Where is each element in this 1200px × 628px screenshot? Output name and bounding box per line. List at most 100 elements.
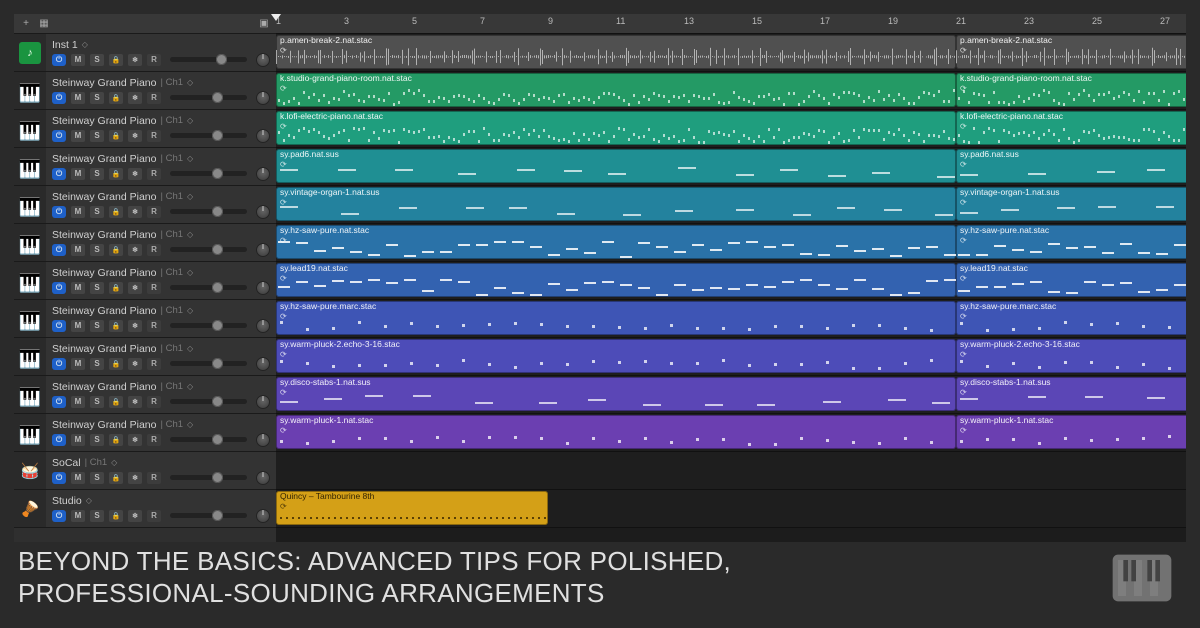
arrange-area[interactable]: 13579111315171921232527 p.amen-break-2.n… <box>276 14 1186 542</box>
arrange-lane[interactable]: k.lofi-electric-piano.nat.stac⟳k.lofi-el… <box>276 110 1186 148</box>
midi-region[interactable]: k.studio-grand-piano-room.nat.stac⟳ <box>956 73 1186 107</box>
midi-region[interactable]: Quincy – Tambourine 8th⟳ <box>276 491 548 525</box>
mute-button[interactable]: M <box>71 168 85 180</box>
power-button[interactable]: ⏻ <box>52 206 66 218</box>
volume-slider[interactable] <box>170 57 247 62</box>
power-button[interactable]: ⏻ <box>52 54 66 66</box>
solo-button[interactable]: S <box>90 54 104 66</box>
track-header[interactable]: 🪘Studio◇⏻MS🔒❄R <box>14 490 276 528</box>
mute-button[interactable]: M <box>71 358 85 370</box>
track-name[interactable]: SoCal <box>52 457 81 469</box>
track-disclosure-icon[interactable]: ◇ <box>86 496 92 505</box>
midi-region[interactable]: sy.hz-saw-pure.marc.stac⟳ <box>276 301 956 335</box>
freeze-button[interactable]: ❄ <box>128 434 142 446</box>
lock-button[interactable]: 🔒 <box>109 472 123 484</box>
volume-slider[interactable] <box>170 285 247 290</box>
pan-knob[interactable] <box>256 357 270 371</box>
freeze-button[interactable]: ❄ <box>128 320 142 332</box>
track-header[interactable]: 🎹Steinway Grand Piano| Ch1◇⏻MS🔒❄R <box>14 186 276 224</box>
midi-region[interactable]: sy.disco-stabs-1.nat.sus⟳ <box>956 377 1186 411</box>
track-header[interactable]: 🎹Steinway Grand Piano| Ch1◇⏻MS🔒❄R <box>14 262 276 300</box>
solo-button[interactable]: S <box>90 92 104 104</box>
track-disclosure-icon[interactable]: ◇ <box>187 344 193 353</box>
midi-region[interactable]: k.lofi-electric-piano.nat.stac⟳ <box>956 111 1186 145</box>
track-name[interactable]: Steinway Grand Piano <box>52 153 156 165</box>
volume-slider[interactable] <box>170 361 247 366</box>
power-button[interactable]: ⏻ <box>52 92 66 104</box>
midi-region[interactable]: sy.lead19.nat.stac⟳ <box>956 263 1186 297</box>
mute-button[interactable]: M <box>71 206 85 218</box>
timeline-ruler[interactable]: 13579111315171921232527 <box>276 14 1186 34</box>
midi-region[interactable]: k.lofi-electric-piano.nat.stac⟳ <box>276 111 956 145</box>
track-icon-well[interactable]: 🥁 <box>14 452 46 489</box>
midi-region[interactable]: sy.disco-stabs-1.nat.sus⟳ <box>276 377 956 411</box>
track-header[interactable]: 🎹Steinway Grand Piano| Ch1◇⏻MS🔒❄R <box>14 148 276 186</box>
freeze-button[interactable]: ❄ <box>128 92 142 104</box>
track-name[interactable]: Steinway Grand Piano <box>52 229 156 241</box>
midi-region[interactable]: sy.hz-saw-pure.nat.stac⟳ <box>276 225 956 259</box>
view-options-icon[interactable]: ▣ <box>258 18 270 30</box>
record-enable-button[interactable]: R <box>147 54 161 66</box>
midi-region[interactable]: sy.warm-pluck-2.echo-3-16.stac⟳ <box>276 339 956 373</box>
record-enable-button[interactable]: R <box>147 320 161 332</box>
lock-button[interactable]: 🔒 <box>109 130 123 142</box>
arrange-lane[interactable]: p.amen-break-2.nat.stac⟳p.amen-break-2.n… <box>276 34 1186 72</box>
lock-button[interactable]: 🔒 <box>109 92 123 104</box>
track-icon-well[interactable]: 🎹 <box>14 376 46 413</box>
record-enable-button[interactable]: R <box>147 472 161 484</box>
track-name[interactable]: Inst 1 <box>52 39 78 51</box>
volume-slider[interactable] <box>170 209 247 214</box>
pan-knob[interactable] <box>256 319 270 333</box>
track-name[interactable]: Steinway Grand Piano <box>52 77 156 89</box>
arrange-lane[interactable]: sy.pad6.nat.sus⟳sy.pad6.nat.sus⟳ <box>276 148 1186 186</box>
lock-button[interactable]: 🔒 <box>109 168 123 180</box>
track-icon-well[interactable]: 🎹 <box>14 224 46 261</box>
track-disclosure-icon[interactable]: ◇ <box>187 306 193 315</box>
track-icon-well[interactable]: 🎹 <box>14 262 46 299</box>
arrange-lane[interactable]: sy.warm-pluck-2.echo-3-16.stac⟳sy.warm-p… <box>276 338 1186 376</box>
mute-button[interactable]: M <box>71 472 85 484</box>
lock-button[interactable]: 🔒 <box>109 434 123 446</box>
track-header[interactable]: 🎹Steinway Grand Piano| Ch1◇⏻MS🔒❄R <box>14 72 276 110</box>
midi-region[interactable]: sy.vintage-organ-1.nat.sus⟳ <box>276 187 956 221</box>
track-name[interactable]: Steinway Grand Piano <box>52 381 156 393</box>
lock-button[interactable]: 🔒 <box>109 510 123 522</box>
arrange-lane[interactable]: Quincy – Tambourine 8th⟳ <box>276 490 1186 528</box>
lock-button[interactable]: 🔒 <box>109 244 123 256</box>
midi-region[interactable]: sy.warm-pluck-1.nat.stac⟳ <box>956 415 1186 449</box>
arrange-lane[interactable]: sy.vintage-organ-1.nat.sus⟳sy.vintage-or… <box>276 186 1186 224</box>
track-header[interactable]: 🎹Steinway Grand Piano| Ch1◇⏻MS🔒❄R <box>14 300 276 338</box>
arrange-lane[interactable]: sy.disco-stabs-1.nat.sus⟳sy.disco-stabs-… <box>276 376 1186 414</box>
solo-button[interactable]: S <box>90 206 104 218</box>
pan-knob[interactable] <box>256 433 270 447</box>
record-enable-button[interactable]: R <box>147 168 161 180</box>
mute-button[interactable]: M <box>71 54 85 66</box>
solo-button[interactable]: S <box>90 396 104 408</box>
track-disclosure-icon[interactable]: ◇ <box>187 192 193 201</box>
midi-region[interactable]: p.amen-break-2.nat.stac⟳ <box>276 35 956 69</box>
solo-button[interactable]: S <box>90 510 104 522</box>
freeze-button[interactable]: ❄ <box>128 168 142 180</box>
solo-button[interactable]: S <box>90 282 104 294</box>
freeze-button[interactable]: ❄ <box>128 510 142 522</box>
freeze-button[interactable]: ❄ <box>128 472 142 484</box>
lock-button[interactable]: 🔒 <box>109 320 123 332</box>
record-enable-button[interactable]: R <box>147 92 161 104</box>
track-name[interactable]: Steinway Grand Piano <box>52 115 156 127</box>
mute-button[interactable]: M <box>71 320 85 332</box>
power-button[interactable]: ⏻ <box>52 472 66 484</box>
track-header[interactable]: 🎹Steinway Grand Piano| Ch1◇⏻MS🔒❄R <box>14 414 276 452</box>
track-disclosure-icon[interactable]: ◇ <box>187 420 193 429</box>
midi-region[interactable]: k.studio-grand-piano-room.nat.stac⟳ <box>276 73 956 107</box>
midi-region[interactable]: sy.hz-saw-pure.marc.stac⟳ <box>956 301 1186 335</box>
pan-knob[interactable] <box>256 509 270 523</box>
track-disclosure-icon[interactable]: ◇ <box>187 382 193 391</box>
power-button[interactable]: ⏻ <box>52 396 66 408</box>
pan-knob[interactable] <box>256 243 270 257</box>
midi-region[interactable]: sy.pad6.nat.sus⟳ <box>276 149 956 183</box>
lock-button[interactable]: 🔒 <box>109 396 123 408</box>
track-icon-well[interactable]: 🎹 <box>14 72 46 109</box>
midi-region[interactable]: sy.warm-pluck-1.nat.stac⟳ <box>276 415 956 449</box>
mute-button[interactable]: M <box>71 244 85 256</box>
power-button[interactable]: ⏻ <box>52 510 66 522</box>
